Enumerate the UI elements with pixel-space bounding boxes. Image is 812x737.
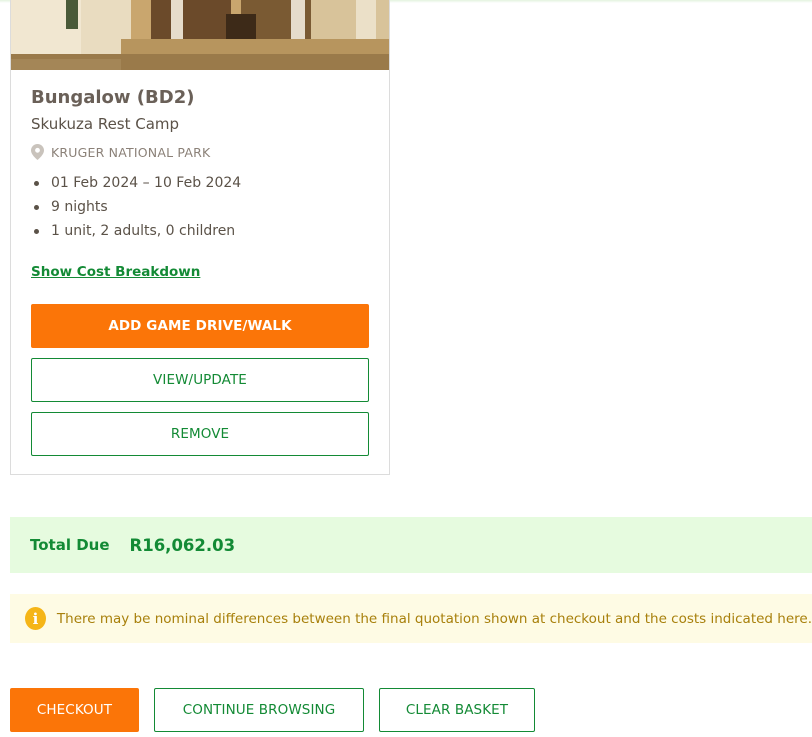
guests-summary: 1 unit, 2 adults, 0 children [51,223,236,239]
bullet-icon [34,229,39,234]
total-due-bar: Total Due R16,062.03 [10,517,812,573]
bullet-icon [34,181,39,186]
continue-browsing-button[interactable]: CONTINUE BROWSING [154,688,364,732]
list-item: 01 Feb 2024 – 10 Feb 2024 [31,175,241,199]
list-item: 1 unit, 2 adults, 0 children [31,223,241,247]
park-name: KRUGER NATIONAL PARK [51,144,211,160]
info-icon: i [25,607,46,630]
quotation-notice: i There may be nominal differences betwe… [10,594,812,643]
add-game-drive-button[interactable]: ADD GAME DRIVE/WALK [31,304,369,348]
total-due-amount: R16,062.03 [129,535,236,555]
list-item: 9 nights [31,199,241,223]
booking-card: Bungalow (BD2) Skukuza Rest Camp KRUGER … [10,0,390,475]
map-pin-icon [31,144,44,160]
view-update-button[interactable]: VIEW/UPDATE [31,358,369,402]
date-range: 01 Feb 2024 – 10 Feb 2024 [51,175,242,191]
bungalow-photo [11,0,389,70]
booking-details: 01 Feb 2024 – 10 Feb 2024 9 nights 1 uni… [31,175,241,247]
show-cost-breakdown-link[interactable]: Show Cost Breakdown [31,264,200,280]
checkout-button[interactable]: CHECKOUT [10,688,139,732]
unit-title: Bungalow (BD2) [31,87,195,108]
bullet-icon [34,205,39,210]
clear-basket-button[interactable]: CLEAR BASKET [379,688,535,732]
park-location: KRUGER NATIONAL PARK [31,144,210,160]
total-due-label: Total Due [30,536,110,554]
nights-count: 9 nights [51,199,108,215]
camp-name: Skukuza Rest Camp [31,115,180,133]
remove-button[interactable]: REMOVE [31,412,369,456]
notice-text: There may be nominal differences between… [56,610,812,627]
